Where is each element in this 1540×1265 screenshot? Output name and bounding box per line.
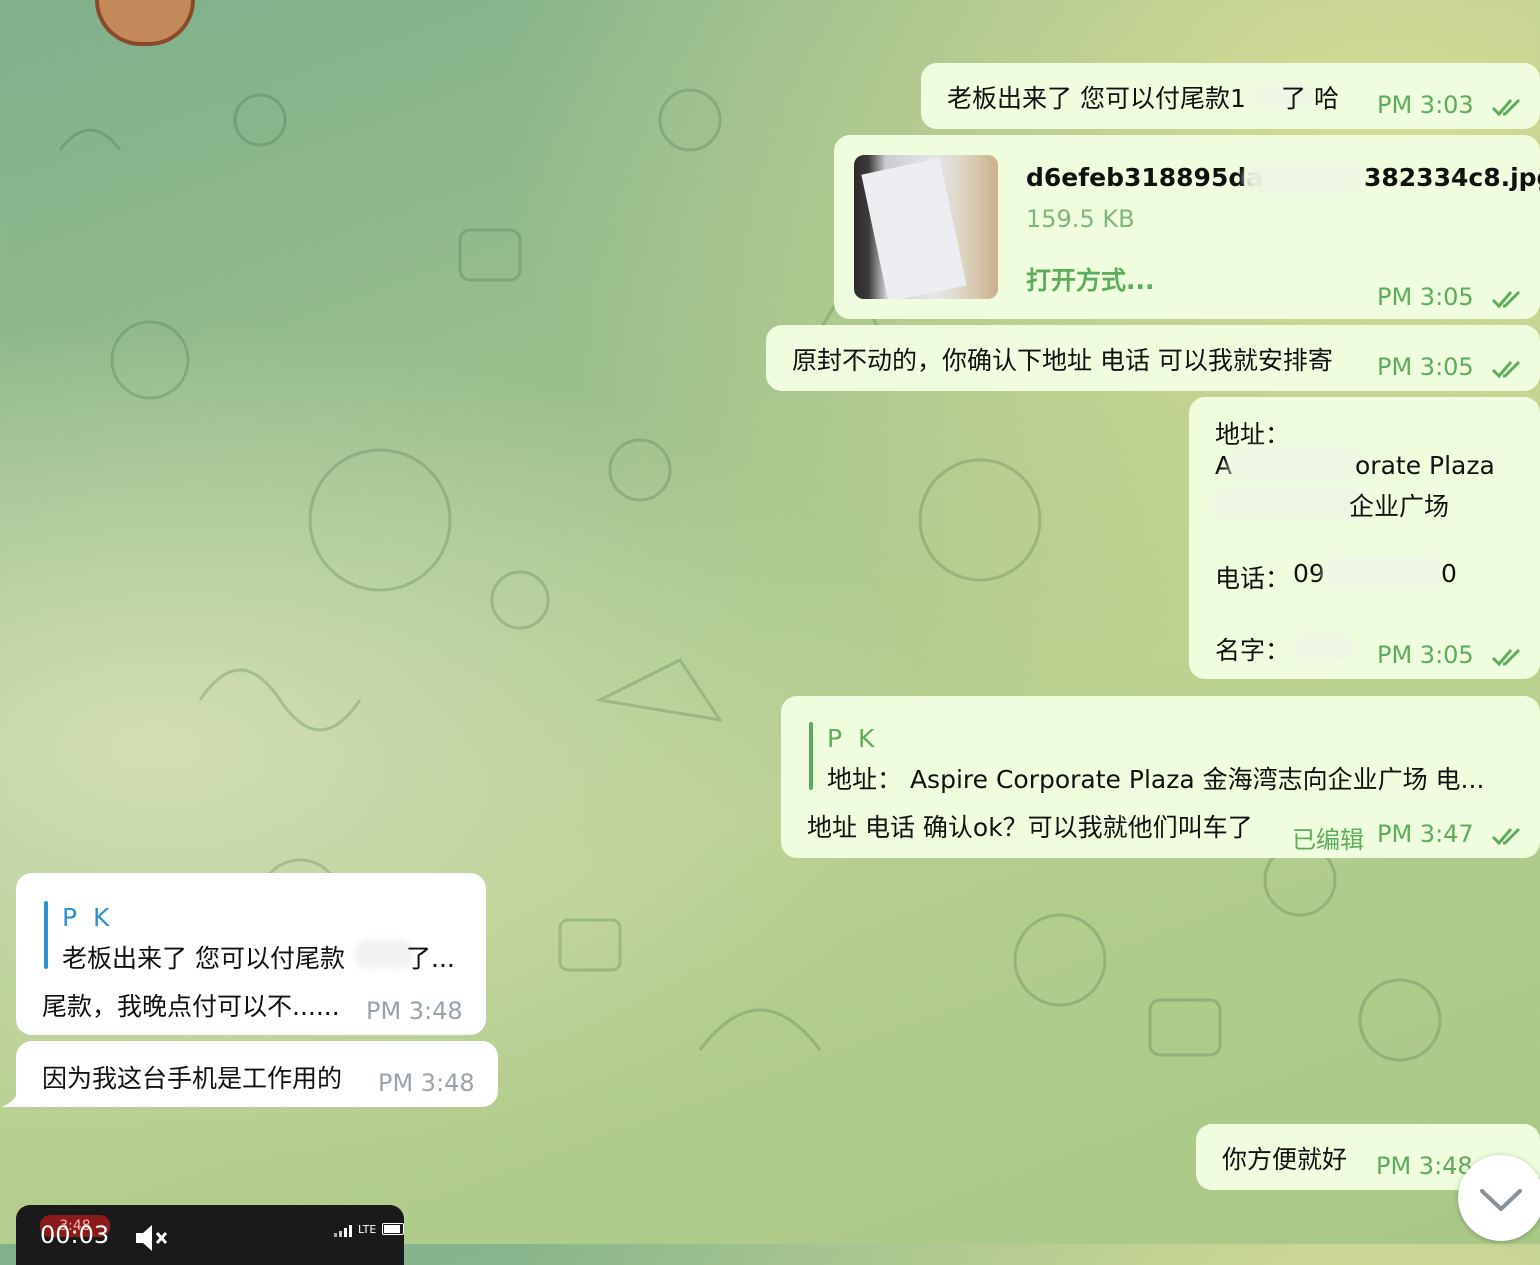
signal-icon <box>334 1225 352 1237</box>
message-text: 原封不动的，你确认下地址 电话 可以我就安排寄 <box>792 346 1333 375</box>
address-line1-end: orate Plaza <box>1355 451 1495 480</box>
file-thumbnail[interactable] <box>854 155 998 299</box>
address-line2-end: 企业广场 <box>1349 492 1450 521</box>
outgoing-message[interactable]: 老板出来了 您可以付尾款1 了 哈 PM 3:03 <box>921 63 1540 129</box>
chevron-down-icon <box>1480 1189 1522 1211</box>
network-type: LTE <box>358 1223 377 1236</box>
message-time: PM 3:05 <box>1377 641 1474 669</box>
message-time: PM 3:05 <box>1377 353 1474 381</box>
message-time: PM 3:47 <box>1377 820 1474 848</box>
reply-quote-bar <box>44 901 48 969</box>
redacted-blur <box>1229 447 1365 481</box>
outgoing-file-message[interactable]: d6efeb318895da 382334c8.jpg 159.5 KB 打开方… <box>834 135 1540 319</box>
outgoing-message[interactable]: 原封不动的，你确认下地址 电话 可以我就安排寄 PM 3:05 <box>766 325 1540 391</box>
message-text-tail: 了 哈 <box>1281 84 1339 113</box>
redacted-blur <box>354 939 414 969</box>
reply-author[interactable]: P K <box>827 724 878 753</box>
redacted-blur <box>1293 633 1353 661</box>
name-label: 名字： <box>1215 636 1291 665</box>
phone-start: 09 <box>1293 559 1325 588</box>
file-name-end[interactable]: 382334c8.jpg <box>1364 163 1540 192</box>
edited-label: 已编辑 <box>1292 826 1364 854</box>
sticker-image[interactable] <box>95 0 195 46</box>
message-time: PM 3:03 <box>1377 91 1474 119</box>
redacted-blur <box>1211 487 1365 521</box>
reply-preview-end[interactable]: 了... <box>406 939 455 975</box>
file-size: 159.5 KB <box>1026 205 1135 233</box>
reply-quote-bar <box>809 722 813 790</box>
redacted-blur <box>1244 163 1364 193</box>
message-text: 老板出来了 您可以付尾款1 <box>947 84 1246 113</box>
double-check-icon <box>1491 290 1521 309</box>
double-check-icon <box>1491 827 1521 846</box>
bubble-tail <box>2 1090 20 1107</box>
open-with-link[interactable]: 打开方式... <box>1026 261 1155 297</box>
video-elapsed: 00:03 <box>40 1221 110 1249</box>
message-text: 尾款，我晚点付可以不...... <box>42 992 340 1021</box>
outgoing-address-message[interactable]: 地址： A orate Plaza 企业广场 电话： 09 0 名字： PM 3… <box>1189 397 1540 679</box>
incoming-message[interactable]: 因为我这台手机是工作用的 PM 3:48 <box>16 1041 498 1107</box>
double-check-icon <box>1491 98 1521 117</box>
incoming-reply-message[interactable]: P K 老板出来了 您可以付尾款 了... 尾款，我晚点付可以不...... P… <box>16 873 486 1035</box>
phone-end: 0 <box>1441 559 1457 588</box>
battery-icon <box>382 1223 404 1235</box>
message-text: 因为我这台手机是工作用的 <box>42 1064 343 1093</box>
double-check-icon <box>1491 360 1521 379</box>
address-label: 地址： <box>1215 420 1291 449</box>
reply-preview[interactable]: 地址： Aspire Corporate Plaza 金海湾志向企业广场 电..… <box>827 760 1484 796</box>
reply-preview-start[interactable]: 老板出来了 您可以付尾款 <box>62 939 345 975</box>
message-time: PM 3:48 <box>378 1069 475 1097</box>
file-name-start[interactable]: d6efeb318895da <box>1026 163 1263 192</box>
phone-label: 电话： <box>1215 564 1291 593</box>
video-pip-player[interactable]: 3:48 00:03 LTE <box>16 1205 404 1265</box>
outgoing-reply-message[interactable]: P K 地址： Aspire Corporate Plaza 金海湾志向企业广场… <box>781 696 1540 858</box>
muted-speaker-icon[interactable] <box>134 1223 170 1253</box>
scroll-down-button[interactable] <box>1458 1155 1540 1241</box>
message-text: 地址 电话 确认ok？可以我就他们叫车了 <box>807 813 1253 842</box>
reply-author[interactable]: P K <box>62 903 113 932</box>
double-check-icon <box>1491 648 1521 667</box>
message-time: PM 3:48 <box>366 997 463 1025</box>
message-text: 你方便就好 <box>1222 1145 1348 1174</box>
redacted-blur <box>1323 557 1443 589</box>
message-time: PM 3:05 <box>1377 283 1474 311</box>
